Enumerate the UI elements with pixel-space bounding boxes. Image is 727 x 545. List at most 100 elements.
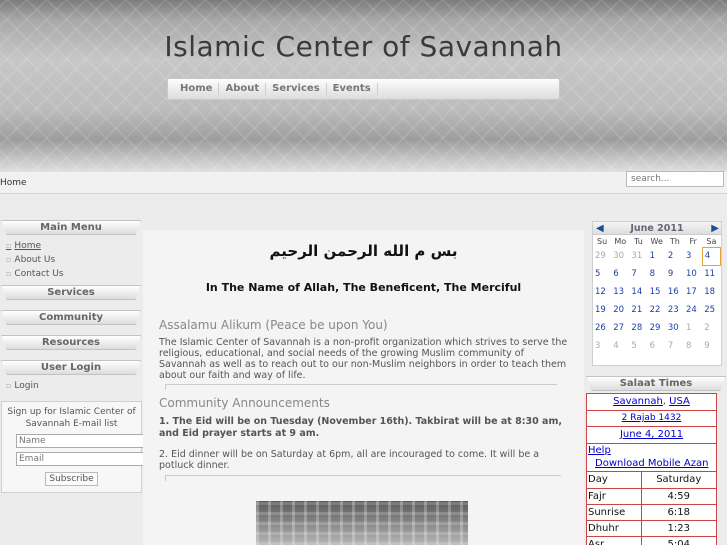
calendar-day[interactable]: 7 xyxy=(629,265,647,283)
main-nav: Home About Services Events xyxy=(167,78,560,100)
calendar-day[interactable]: 5 xyxy=(593,265,611,283)
prev-month-icon[interactable]: ◀ xyxy=(596,223,604,234)
calendar-day[interactable]: 30 xyxy=(666,319,684,337)
resources-block-title[interactable]: Resources xyxy=(1,335,141,350)
calendar-day[interactable]: 21 xyxy=(629,301,647,319)
hijri-date-link[interactable]: 2 Rajab 1432 xyxy=(622,413,682,423)
prayer-row: Fajr 4:59 xyxy=(587,488,716,505)
prayer-row: Sunrise 6:18 xyxy=(587,504,716,521)
calendar-day[interactable]: 10 xyxy=(684,265,702,283)
nav-services[interactable]: Services xyxy=(266,83,327,95)
calendar-day[interactable]: 28 xyxy=(629,319,647,337)
nav-about[interactable]: About xyxy=(219,83,267,95)
calendar-month: June 2011 xyxy=(630,223,684,234)
weekday-label: Fr xyxy=(689,237,697,246)
next-month-icon[interactable]: ▶ xyxy=(711,223,719,234)
prayer-time: 4:59 xyxy=(641,488,716,505)
calendar-day[interactable]: 20 xyxy=(611,301,629,319)
calendar-header: ◀ June 2011 ▶ xyxy=(593,222,721,235)
subscribe-button[interactable]: Subscribe xyxy=(45,472,98,486)
calendar-day[interactable]: 6 xyxy=(611,265,629,283)
hijri-date-line: 2 Rajab 1432 xyxy=(587,411,716,427)
calendar-day[interactable]: 9 xyxy=(666,265,684,283)
site-header: Islamic Center of Savannah Home About Se… xyxy=(0,0,727,172)
calendar-day[interactable]: 13 xyxy=(611,283,629,301)
main-menu-title: Main Menu xyxy=(1,220,141,235)
city-link[interactable]: Savannah xyxy=(613,396,663,407)
login-menu: Login xyxy=(0,375,143,397)
community-block-title[interactable]: Community xyxy=(1,310,141,325)
announcement-item: 2. Eid dinner will be on Saturday at 6pm… xyxy=(159,449,540,471)
calendar-widget: ◀ June 2011 ▶ Su Mo Tu We Th Fr Sa 29 30 31 1 2 3 4 5… xyxy=(592,221,722,366)
services-block-title[interactable]: Services xyxy=(1,285,141,300)
calendar-day: 2 xyxy=(704,323,710,333)
calendar-day[interactable]: 14 xyxy=(629,283,647,301)
calendar-day[interactable]: 23 xyxy=(666,301,684,319)
calendar-day[interactable]: 4 xyxy=(701,246,722,266)
calendar-day[interactable]: 17 xyxy=(684,283,702,301)
calendar-day: 1 xyxy=(686,323,692,333)
menu-item-login[interactable]: Login xyxy=(6,379,143,393)
calendar-day: 7 xyxy=(667,341,674,351)
nav-home[interactable]: Home xyxy=(174,83,220,95)
prayer-time: Saturday xyxy=(641,472,716,489)
calendar-day: 29 xyxy=(595,251,606,261)
email-field[interactable] xyxy=(16,452,148,466)
signup-text: Sign up for Islamic Center of Savannah E… xyxy=(7,407,136,429)
divider xyxy=(165,475,561,481)
calendar-grid: Su Mo Tu We Th Fr Sa 29 30 31 1 2 3 4 5 6 7 8 9 10 11 12 13 14… xyxy=(593,236,722,355)
calendar-day[interactable]: 19 xyxy=(593,301,611,319)
calendar-day[interactable]: 16 xyxy=(666,283,684,301)
prayer-time: 1:23 xyxy=(641,520,716,537)
calendar-day[interactable]: 26 xyxy=(593,319,611,337)
calendar-day[interactable]: 3 xyxy=(684,247,702,265)
bismillah-heading: بس م الله الرحمن الرحيم xyxy=(269,242,458,260)
help-link[interactable]: Help xyxy=(587,444,716,457)
left-sidebar: Main Menu Home About Us Contact Us Servi… xyxy=(0,220,148,493)
download-mobile-azan-link[interactable]: Download Mobile Azan xyxy=(587,457,716,472)
mosque-photo xyxy=(256,501,468,545)
prayer-name: Fajr xyxy=(587,488,642,505)
weekday-label: Mo xyxy=(614,237,627,246)
prayer-name: Dhuhr xyxy=(587,520,642,537)
calendar-day[interactable]: 24 xyxy=(684,301,702,319)
prayer-row: Day Saturday xyxy=(587,472,716,489)
name-field[interactable] xyxy=(16,434,148,448)
gregorian-date-line: June 4, 2011 xyxy=(587,427,716,444)
calendar-day[interactable]: 25 xyxy=(702,301,720,319)
calendar-day[interactable]: 27 xyxy=(611,319,629,337)
announcement-item: 1. The Eid will be on Tuesday (November … xyxy=(159,416,562,439)
search-input[interactable] xyxy=(626,171,724,187)
calendar-day[interactable]: 15 xyxy=(648,283,666,301)
menu-item-home[interactable]: Home xyxy=(6,239,143,253)
main-content: بس م الله الرحمن الرحيم In The Name of A… xyxy=(143,230,584,545)
weekday-label: Th xyxy=(669,237,680,246)
gregorian-date-link[interactable]: June 4, 2011 xyxy=(620,429,683,440)
calendar-day: 6 xyxy=(649,341,656,351)
calendar-day[interactable]: 2 xyxy=(666,247,684,265)
intro-paragraph: The Islamic Center of Savannah is a non-… xyxy=(159,337,568,381)
salaat-times-title: Salaat Times xyxy=(586,376,726,391)
menu-item-about-us[interactable]: About Us xyxy=(6,253,143,267)
weekday-label: Sa xyxy=(706,236,717,246)
calendar-day[interactable]: 12 xyxy=(593,283,611,301)
prayer-name: Asr xyxy=(587,536,642,545)
prayer-name: Sunrise xyxy=(587,504,642,521)
calendar-day[interactable]: 8 xyxy=(648,265,666,283)
divider xyxy=(165,384,557,390)
breadcrumb-bar: Home xyxy=(0,172,727,194)
menu-item-contact-us[interactable]: Contact Us xyxy=(6,267,143,281)
calendar-day[interactable]: 11 xyxy=(702,265,720,283)
site-title[interactable]: Islamic Center of Savannah xyxy=(0,30,727,63)
prayer-name: Day xyxy=(587,472,642,489)
calendar-day: 5 xyxy=(631,341,637,351)
main-menu: Home About Us Contact Us xyxy=(0,235,143,285)
location-line: Savannah, USA xyxy=(587,394,716,411)
user-login-title: User Login xyxy=(1,360,141,375)
calendar-day[interactable]: 29 xyxy=(648,319,666,337)
calendar-day[interactable]: 22 xyxy=(648,301,666,319)
calendar-day[interactable]: 18 xyxy=(702,283,720,301)
calendar-day[interactable]: 1 xyxy=(648,247,666,265)
country-link[interactable]: USA xyxy=(669,396,690,407)
nav-events[interactable]: Events xyxy=(327,83,378,95)
